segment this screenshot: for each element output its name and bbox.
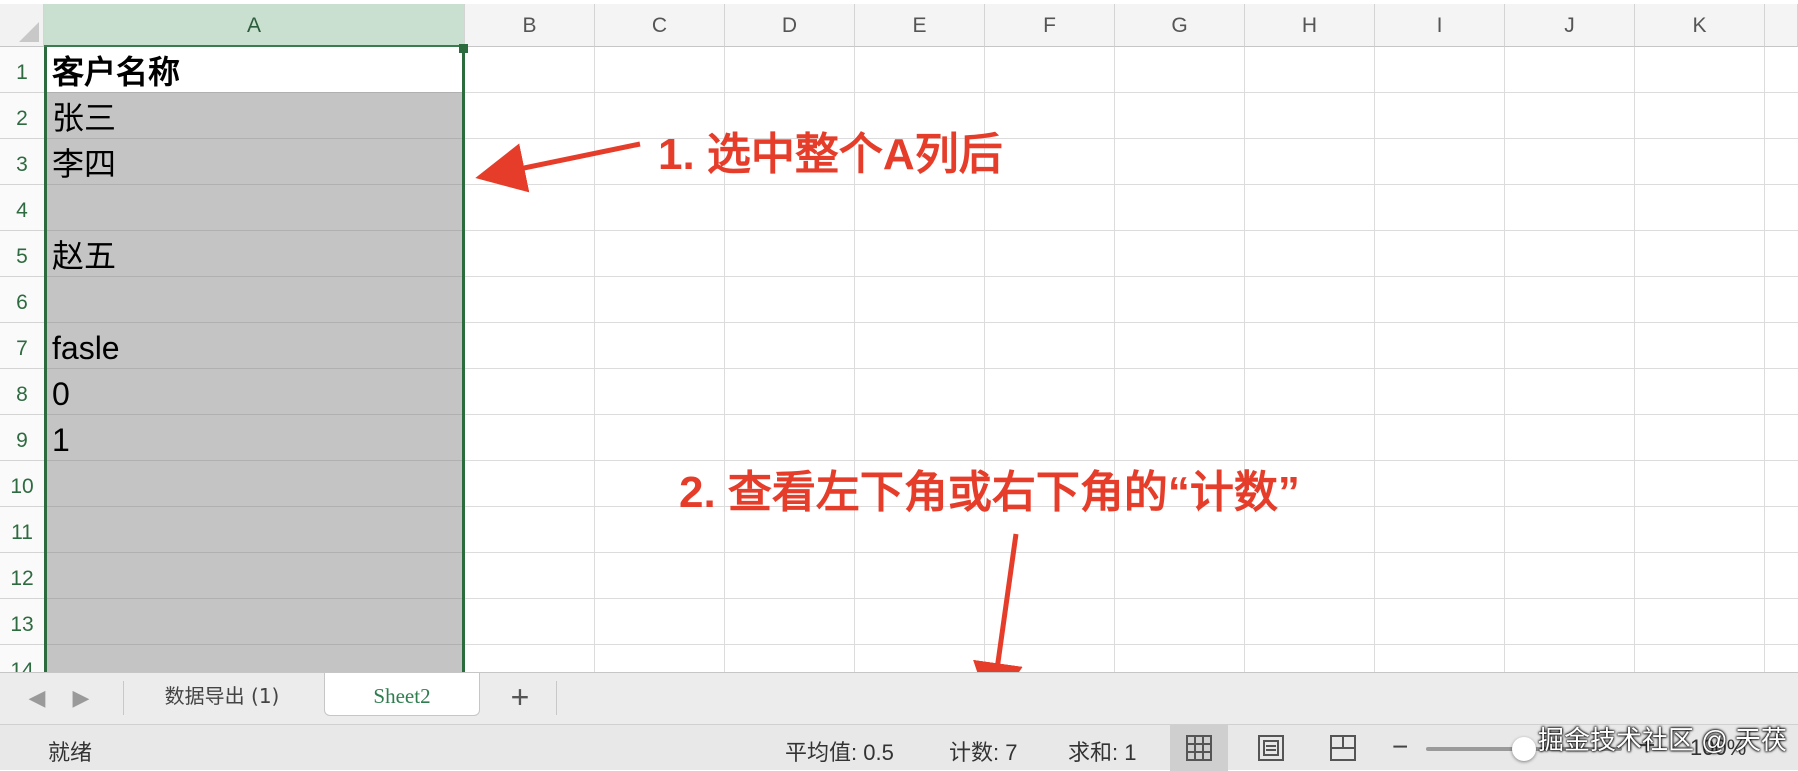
add-sheet-button[interactable]: + xyxy=(503,677,537,717)
arrow-to-column-a xyxy=(475,141,641,193)
status-count: 计数: 7 xyxy=(949,740,1018,765)
spreadsheet-grid[interactable]: ABCDEFGHIJK 1 2 3 4 5 6 7 8 9 10 11 12 13 14 客户名称 张三 李四… xyxy=(0,0,1798,672)
page-break-view-button[interactable] xyxy=(1314,725,1372,771)
zoom-slider-knob[interactable] xyxy=(1512,737,1536,761)
annotation-arrows xyxy=(475,141,1023,672)
chevron-right-icon[interactable]: ▶ xyxy=(68,685,94,711)
tab-sheet2[interactable]: Sheet2 xyxy=(324,673,480,716)
status-ready: 就绪 xyxy=(48,740,93,765)
page-layout-view-button[interactable] xyxy=(1242,725,1300,771)
normal-view-button[interactable] xyxy=(1170,725,1228,771)
page-layout-icon xyxy=(1258,735,1284,761)
zoom-out-button[interactable]: − xyxy=(1392,731,1408,763)
status-average: 平均值: 0.5 xyxy=(785,740,894,765)
watermark: 掘金技术社区 @ 天茯 xyxy=(1538,725,1787,755)
status-sum: 求和: 1 xyxy=(1068,740,1137,765)
grid-view-icon xyxy=(1186,735,1212,761)
page-break-icon xyxy=(1330,735,1356,761)
sheet-tab-bar: ◀ ▶ 数据导出 (1) Sheet2 + xyxy=(0,672,1798,724)
tab-sheet-data-export[interactable]: 数据导出 (1) xyxy=(140,673,304,716)
arrow-to-status-count xyxy=(973,533,1023,672)
annotation-note-2: 2. 查看左下角或右下角的“计数” xyxy=(679,468,1300,517)
chevron-left-icon[interactable]: ◀ xyxy=(24,685,50,711)
status-bar: 就绪 平均值: 0.5 计数: 7 求和: 1 − + 100% xyxy=(0,724,1798,771)
annotation-note-1: 1. 选中整个A列后 xyxy=(658,130,1003,179)
